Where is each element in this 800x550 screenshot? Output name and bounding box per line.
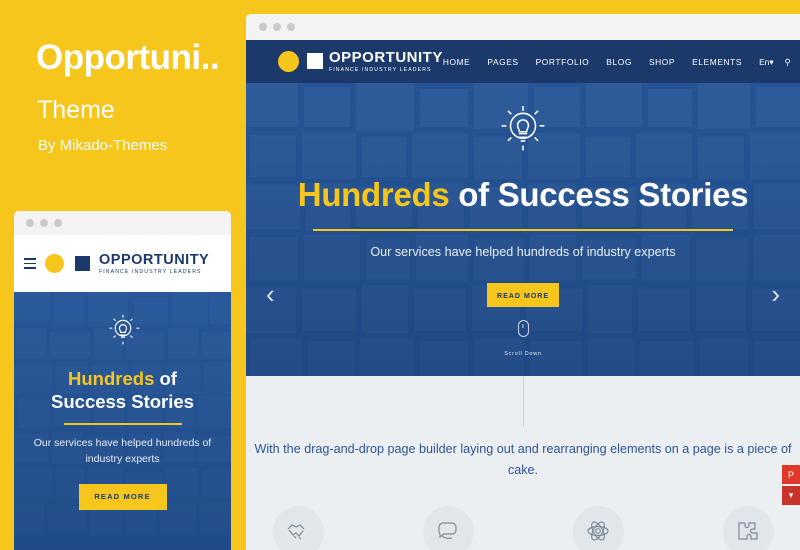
desktop-preview: OPPORTUNITY FINANCE INDUSTRY LEADERS HOM…: [246, 14, 800, 550]
feature-item[interactable]: Mobilizing Growth Capital Lorem ipsum do…: [248, 505, 348, 550]
brand-name: OPPORTUNITY: [99, 251, 210, 268]
desktop-content-section: With the drag-and-drop page builder layi…: [246, 376, 800, 550]
lightbulb-gear-icon: [501, 106, 545, 151]
nav-item-shop[interactable]: SHOP: [649, 57, 675, 67]
atom-icon: [572, 505, 624, 550]
lightbulb-gear-icon: [109, 314, 139, 345]
nav-item-blog[interactable]: BLOG: [606, 57, 632, 67]
window-dot-close-icon: [259, 23, 267, 31]
mobile-site-header: OPPORTUNITY FINANCE INDUSTRY LEADERS: [14, 235, 231, 292]
pinterest-save-button[interactable]: P: [782, 465, 800, 484]
main-navigation: HOME PAGES PORTFOLIO BLOG SHOP ELEMENTS: [443, 57, 742, 67]
desktop-site-header: OPPORTUNITY FINANCE INDUSTRY LEADERS HOM…: [246, 40, 800, 83]
nav-item-elements[interactable]: ELEMENTS: [692, 57, 742, 67]
nav-item-pages[interactable]: PAGES: [487, 57, 518, 67]
search-icon[interactable]: ⚲: [785, 57, 791, 67]
feature-item[interactable]: Global Market Analysis Lorem ipsum dolor…: [548, 505, 648, 550]
headline-highlight: Hundreds: [68, 368, 155, 389]
mobile-hero-content: Hundreds of Success Stories Our services…: [14, 292, 231, 510]
mobile-logo[interactable]: OPPORTUNITY FINANCE INDUSTRY LEADERS: [99, 252, 209, 275]
hero-divider: [313, 229, 733, 231]
window-dot-maximize-icon: [54, 219, 62, 227]
mobile-hero-headline: Hundreds of Success Stories: [14, 367, 231, 413]
brand-tagline: FINANCE INDUSTRY LEADERS: [329, 66, 432, 73]
desktop-read-more-button[interactable]: READ MORE: [487, 283, 559, 307]
headline-rest: of Success Stories: [458, 176, 749, 213]
logo-circle-icon: [278, 50, 299, 72]
hero-divider: [63, 423, 182, 426]
pinterest-expand-button[interactable]: ▾: [782, 486, 800, 505]
floating-share-buttons: P ▾: [782, 465, 800, 505]
desktop-hero-content: Hundreds of Success Stories Our services…: [246, 83, 800, 307]
headline-highlight: Hundreds: [297, 176, 450, 213]
brand-tagline: FINANCE INDUSTRY LEADERS: [99, 268, 202, 275]
mouse-scroll-icon: [517, 320, 529, 337]
page-subtitle: Theme: [37, 96, 115, 124]
logo-square-icon: [307, 53, 323, 70]
desktop-hero-headline: Hundreds of Success Stories: [246, 176, 800, 214]
theme-author: By Mikado-Themes: [38, 137, 168, 154]
page-title: Opportuni..: [36, 40, 220, 77]
logo-circle-icon: [45, 254, 64, 273]
headline-connector: of: [159, 368, 177, 389]
slider-next-arrow-icon[interactable]: ›: [771, 279, 780, 310]
theme-info-panel: Opportuni.. Theme By Mikado-Themes OPPOR…: [0, 0, 246, 550]
vertical-divider: [523, 376, 524, 426]
language-selector[interactable]: En▾: [759, 57, 773, 67]
desktop-browser-chrome: [246, 14, 800, 40]
nav-item-home[interactable]: HOME: [443, 57, 471, 67]
headline-rest: Success Stories: [51, 391, 194, 413]
mobile-hero-subtitle: Our services have helped hundreds of ind…: [33, 437, 212, 465]
mobile-hero-section: Hundreds of Success Stories Our services…: [14, 292, 231, 550]
desktop-logo[interactable]: OPPORTUNITY FINANCE INDUSTRY LEADERS: [278, 50, 443, 73]
scroll-down-label: Scroll Down: [504, 351, 542, 357]
handshake-icon: [272, 505, 324, 550]
hamburger-icon[interactable]: [24, 258, 36, 269]
header-tools: En▾ ⚲ 🛒 0 ☰: [759, 56, 800, 67]
slider-prev-arrow-icon[interactable]: ‹: [266, 279, 275, 310]
desktop-hero-section: Hundreds of Success Stories Our services…: [246, 83, 800, 376]
feature-list: Mobilizing Growth Capital Lorem ipsum do…: [246, 505, 800, 550]
puzzle-icon: [722, 505, 774, 550]
feature-item[interactable]: Fund Saving Strategies Lorem ipsum dolor…: [398, 505, 498, 550]
scroll-down-indicator[interactable]: Scroll Down: [246, 320, 800, 360]
brand-name: OPPORTUNITY: [329, 48, 443, 66]
window-dot-minimize-icon: [40, 219, 48, 227]
window-dot-close-icon: [26, 219, 34, 227]
window-dot-maximize-icon: [287, 23, 295, 31]
mobile-read-more-button[interactable]: READ MORE: [78, 483, 167, 510]
mobile-browser-chrome: [14, 211, 231, 235]
nav-item-portfolio[interactable]: PORTFOLIO: [536, 57, 590, 67]
feature-item[interactable]: Strategic Partnerships Lorem ipsum dolor…: [698, 505, 798, 550]
desktop-hero-subtitle: Our services have helped hundreds of ind…: [370, 245, 676, 259]
screenshot-root: Opportuni.. Theme By Mikado-Themes OPPOR…: [0, 0, 800, 550]
logo-square-icon: [75, 256, 90, 271]
mobile-preview: OPPORTUNITY FINANCE INDUSTRY LEADERS Hun…: [14, 211, 231, 550]
window-dot-minimize-icon: [273, 23, 281, 31]
chat-bubble-icon: [422, 505, 474, 550]
